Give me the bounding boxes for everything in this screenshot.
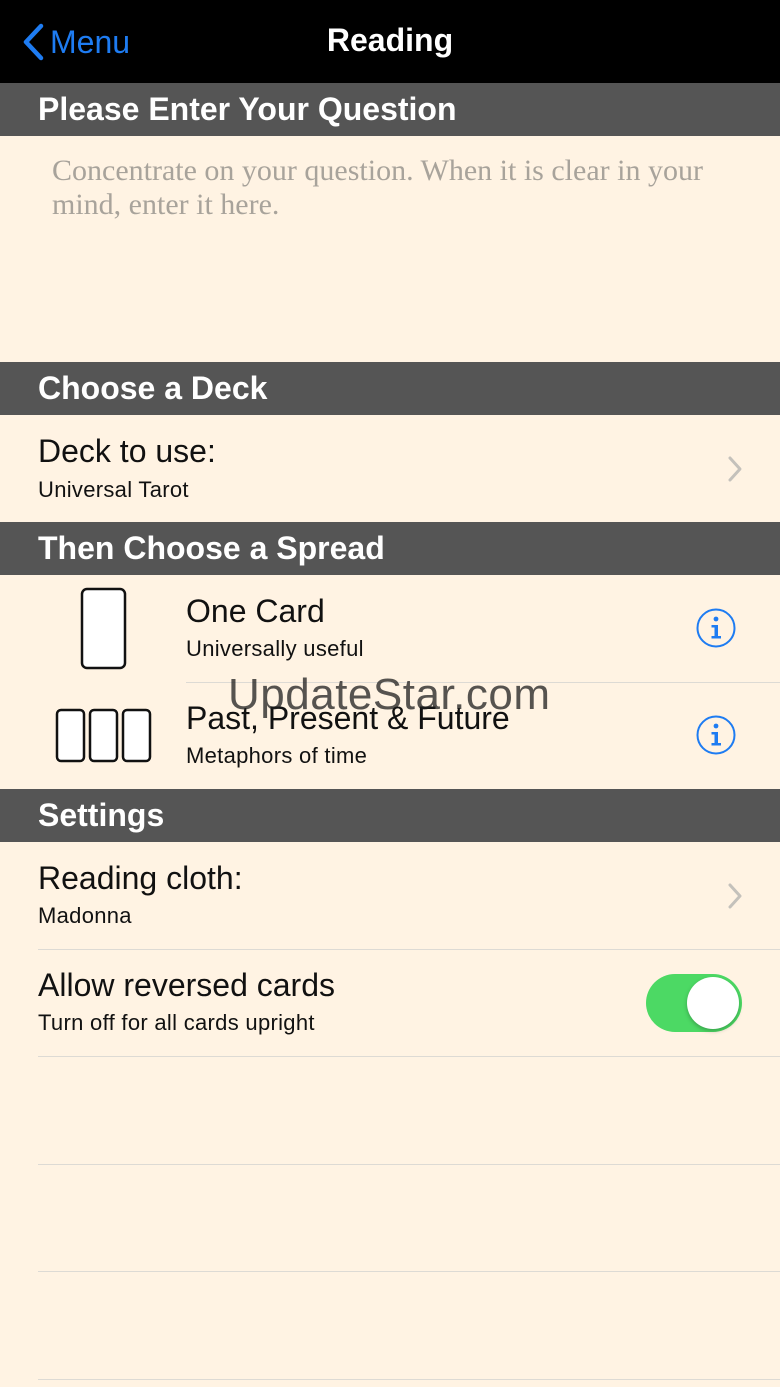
separator (38, 1379, 780, 1380)
reversed-cards-title: Allow reversed cards (38, 967, 335, 1003)
deck-row-title: Deck to use: (38, 433, 216, 469)
spread-item-title: Past, Present & Future (186, 700, 510, 736)
spread-item-subtitle: Metaphors of time (186, 743, 368, 768)
three-cards-icon (55, 708, 152, 763)
reversed-cards-subtitle: Turn off for all cards upright (38, 1010, 315, 1035)
page-title: Reading (326, 22, 454, 58)
chevron-right-icon (728, 883, 742, 909)
single-card-icon (80, 587, 127, 670)
deck-row-value: Universal Tarot (38, 477, 189, 502)
toggle-knob (687, 977, 739, 1029)
section-header-question: Please Enter Your Question (0, 83, 780, 136)
reversed-cards-toggle[interactable] (646, 974, 742, 1032)
section-header-settings: Settings (0, 789, 780, 842)
question-input[interactable] (48, 154, 742, 344)
spread-item-subtitle: Universally useful (186, 636, 364, 661)
section-header-spread: Then Choose a Spread (0, 522, 780, 575)
spread-item-one-card[interactable]: One Card Universally useful (0, 575, 780, 682)
spread-item-past-present-future[interactable]: Past, Present & Future Metaphors of time (0, 683, 780, 789)
info-icon[interactable] (696, 608, 736, 648)
navigation-bar: Menu Reading (0, 0, 780, 83)
info-icon[interactable] (696, 715, 736, 755)
spread-item-title: One Card (186, 593, 325, 629)
section-header-deck: Choose a Deck (0, 362, 780, 415)
separator (38, 1271, 780, 1272)
reading-cloth-title: Reading cloth: (38, 860, 243, 896)
reading-cloth-value: Madonna (38, 903, 132, 928)
separator (38, 1056, 780, 1057)
separator (38, 1164, 780, 1165)
deck-row[interactable]: Deck to use: Universal Tarot (0, 415, 780, 522)
chevron-right-icon (728, 456, 742, 482)
question-area (0, 136, 780, 362)
reading-cloth-row[interactable]: Reading cloth: Madonna (0, 842, 780, 949)
